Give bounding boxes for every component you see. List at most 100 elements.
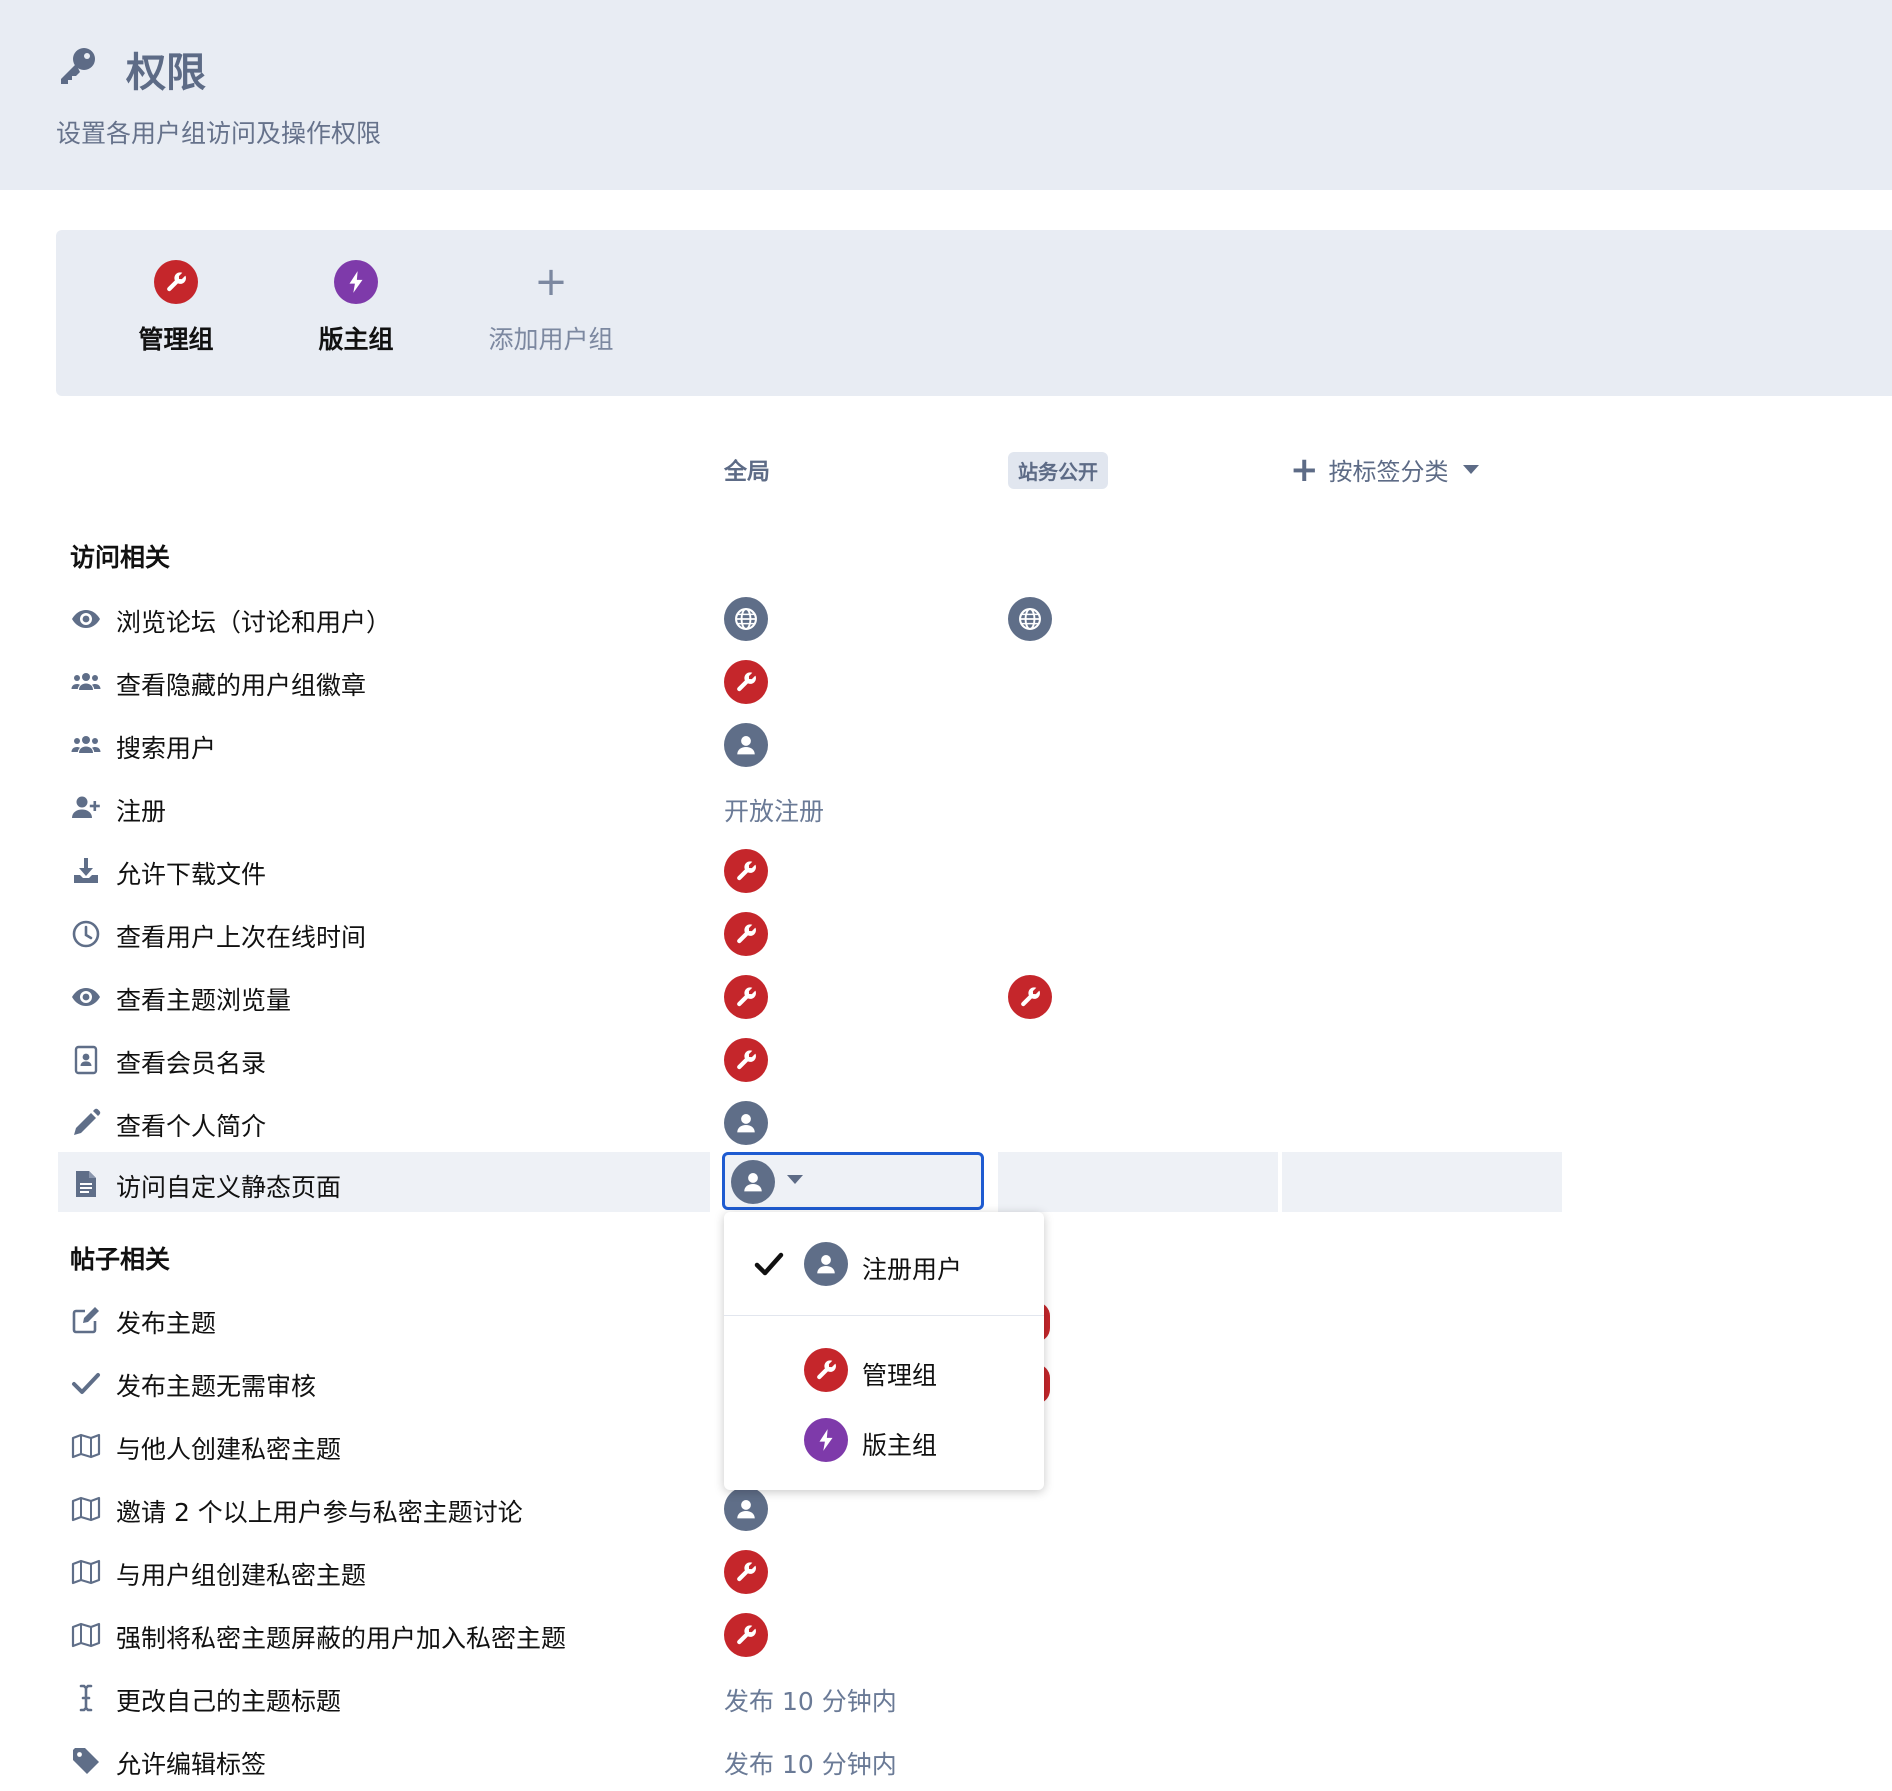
permission-row: 与用户组创建私密主题 xyxy=(60,1540,1560,1602)
group-moderator[interactable]: 版主组 xyxy=(306,260,406,356)
dropdown-item-admin-group[interactable]: 管理组 xyxy=(724,1340,1044,1400)
section-access: 访问相关 xyxy=(70,543,171,572)
check-icon xyxy=(70,1367,102,1399)
global-permission-cell[interactable] xyxy=(724,975,768,1019)
tag-icon xyxy=(70,1745,102,1777)
caret-down-icon xyxy=(787,1175,803,1184)
wrench-icon xyxy=(724,1550,768,1594)
user-plus-icon xyxy=(70,792,102,824)
wrench-icon xyxy=(724,912,768,956)
permission-label: 查看用户上次在线时间 xyxy=(116,923,367,952)
row-highlight xyxy=(998,1152,1278,1212)
by-tag-dropdown[interactable]: + 按标签分类 xyxy=(1290,452,1479,487)
by-tag-label: 按标签分类 xyxy=(1328,458,1449,486)
permission-label: 与用户组创建私密主题 xyxy=(116,1561,367,1590)
dropdown-item-moderator-group[interactable]: 版主组 xyxy=(724,1410,1044,1470)
global-permission-cell[interactable] xyxy=(724,912,768,956)
global-permission-cell[interactable] xyxy=(724,1101,768,1145)
permission-label: 发布主题 xyxy=(116,1309,217,1338)
dropdown-item-label: 注册用户 xyxy=(862,1255,963,1284)
global-permission-select[interactable] xyxy=(722,1152,984,1210)
dropdown-divider xyxy=(724,1315,1044,1316)
global-permission-text[interactable]: 发布 10 分钟内 xyxy=(724,1682,897,1718)
permission-row: 强制将私密主题屏蔽的用户加入私密主题 xyxy=(60,1603,1560,1665)
permission-label: 注册 xyxy=(116,797,167,826)
eye-icon xyxy=(70,603,102,635)
tag-permission-cell[interactable] xyxy=(1008,975,1052,1019)
permission-label: 发布主题无需审核 xyxy=(116,1372,317,1401)
user-icon xyxy=(804,1242,848,1286)
permission-row-active: 访问自定义静态页面 xyxy=(58,1152,1562,1214)
permission-label: 访问自定义静态页面 xyxy=(116,1173,342,1202)
permission-label: 查看隐藏的用户组徽章 xyxy=(116,671,367,700)
permission-label: 搜索用户 xyxy=(116,734,217,763)
bolt-icon xyxy=(804,1418,848,1462)
permission-row: 查看隐藏的用户组徽章 xyxy=(60,650,1560,712)
permission-row: 注册 开放注册 xyxy=(60,776,1560,838)
global-permission-cell[interactable] xyxy=(724,1038,768,1082)
global-permission-cell[interactable] xyxy=(724,723,768,767)
users-icon xyxy=(70,666,102,698)
add-group-button[interactable]: + 添加用户组 xyxy=(476,260,626,356)
key-icon xyxy=(56,44,100,88)
permission-label: 浏览论坛（讨论和用户） xyxy=(116,608,392,637)
clock-icon xyxy=(70,918,102,950)
global-permission-cell[interactable] xyxy=(724,849,768,893)
address-book-icon xyxy=(70,1044,102,1076)
wrench-icon xyxy=(724,849,768,893)
user-icon xyxy=(724,1487,768,1531)
map-icon xyxy=(70,1493,102,1525)
wrench-icon xyxy=(1008,975,1052,1019)
pencil-icon xyxy=(70,1107,102,1139)
permission-row: 查看会员名录 xyxy=(60,1028,1560,1090)
wrench-icon xyxy=(724,1038,768,1082)
global-permission-cell[interactable] xyxy=(724,1550,768,1594)
group-admin[interactable]: 管理组 xyxy=(126,260,226,356)
add-group-label: 添加用户组 xyxy=(488,325,614,354)
edit-icon xyxy=(70,1304,102,1336)
column-global: 全局 xyxy=(724,459,770,485)
permission-group-dropdown: 注册用户 管理组 版主组 xyxy=(724,1212,1044,1490)
plus-icon: + xyxy=(534,259,568,305)
group-label: 版主组 xyxy=(318,325,394,354)
page-title: 权限 xyxy=(126,50,206,96)
wrench-icon xyxy=(724,660,768,704)
group-label: 管理组 xyxy=(138,325,214,354)
permission-row: 查看用户上次在线时间 xyxy=(60,902,1560,964)
global-permission-text[interactable]: 发布 10 分钟内 xyxy=(724,1745,897,1781)
bolt-icon xyxy=(334,260,378,304)
permission-row: 允许编辑标签 发布 10 分钟内 xyxy=(60,1729,1560,1791)
dropdown-item-registered-users[interactable]: 注册用户 xyxy=(724,1234,1044,1294)
permission-label: 允许下载文件 xyxy=(116,860,267,889)
dropdown-item-label: 版主组 xyxy=(862,1431,938,1460)
permission-label: 查看主题浏览量 xyxy=(116,986,292,1015)
global-permission-cell[interactable] xyxy=(724,660,768,704)
permission-row: 查看主题浏览量 xyxy=(60,965,1560,1027)
globe-icon xyxy=(724,597,768,641)
i-cursor-icon xyxy=(70,1682,102,1714)
wrench-icon xyxy=(804,1348,848,1392)
permission-label: 更改自己的主题标题 xyxy=(116,1687,342,1716)
global-permission-cell[interactable] xyxy=(724,597,768,641)
dropdown-item-label: 管理组 xyxy=(862,1361,938,1390)
column-tag-announcement: 站务公开 xyxy=(1008,452,1108,489)
wrench-icon xyxy=(724,1613,768,1657)
global-permission-cell[interactable] xyxy=(724,1613,768,1657)
page-header: 权限 设置各用户组访问及操作权限 xyxy=(0,0,1892,190)
row-highlight xyxy=(1282,1152,1562,1212)
wrench-icon xyxy=(154,260,198,304)
user-groups-bar: 管理组 版主组 + 添加用户组 xyxy=(56,230,1892,396)
user-icon xyxy=(724,723,768,767)
global-permission-cell[interactable] xyxy=(724,1487,768,1531)
global-permission-text[interactable]: 开放注册 xyxy=(724,792,824,828)
tag-permission-cell[interactable] xyxy=(1008,597,1052,641)
permission-label: 强制将私密主题屏蔽的用户加入私密主题 xyxy=(116,1624,567,1653)
wrench-icon xyxy=(724,975,768,1019)
permission-row: 查看个人简介 xyxy=(60,1091,1560,1153)
download-icon xyxy=(70,855,102,887)
user-icon xyxy=(724,1101,768,1145)
user-icon xyxy=(731,1160,775,1204)
file-icon xyxy=(70,1168,102,1200)
permission-label: 允许编辑标签 xyxy=(116,1750,267,1779)
map-icon xyxy=(70,1430,102,1462)
